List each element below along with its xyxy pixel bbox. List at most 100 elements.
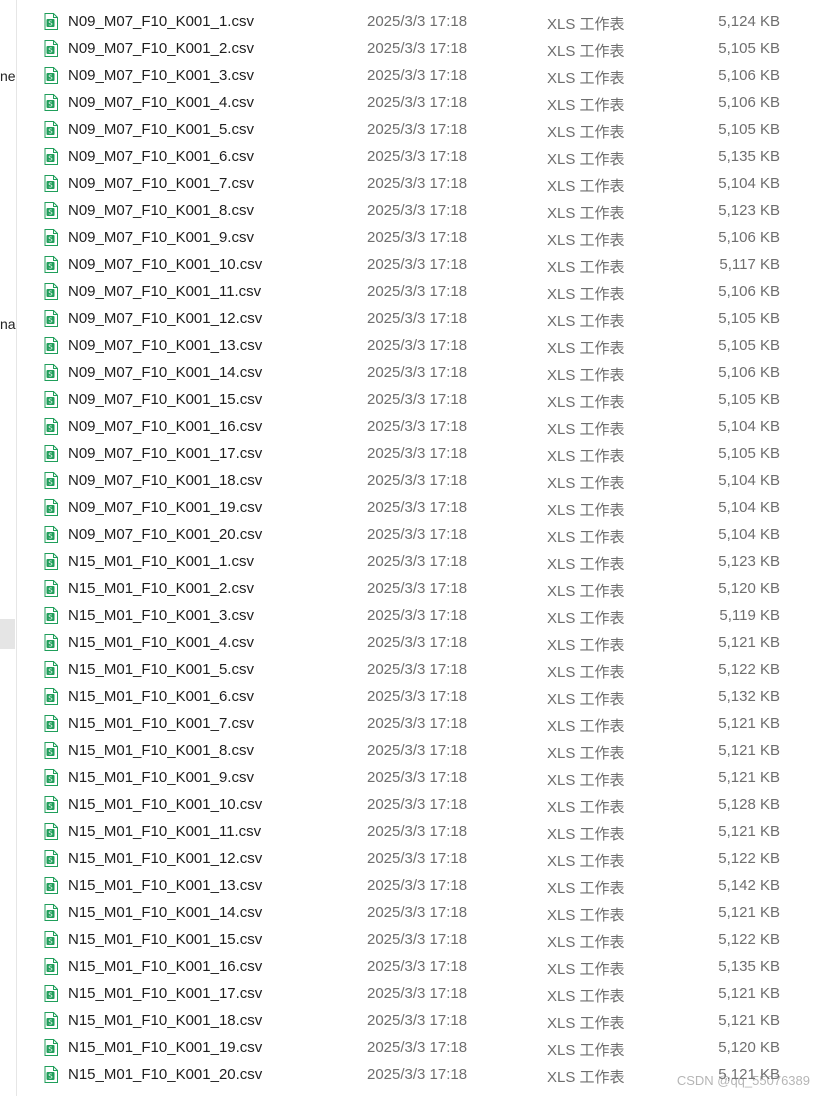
csv-spreadsheet-icon: S bbox=[44, 472, 58, 489]
file-row[interactable]: S N09_M07_F10_K001_10.csv 2025/3/3 17:18 XL… bbox=[40, 252, 800, 279]
file-name: N15_M01_F10_K001_18.csv bbox=[68, 1012, 263, 1029]
file-modified-date: 2025/3/3 17:18 bbox=[367, 13, 468, 30]
file-name: N15_M01_F10_K001_19.csv bbox=[68, 1039, 263, 1056]
file-type: XLS 工作表 bbox=[547, 97, 625, 114]
file-name: N15_M01_F10_K001_3.csv bbox=[68, 607, 254, 624]
file-row[interactable]: S N15_M01_F10_K001_18.csv 2025/3/3 17:18 XL… bbox=[40, 1008, 800, 1035]
file-modified-date: 2025/3/3 17:18 bbox=[367, 337, 468, 354]
file-size: 5,105 KB bbox=[718, 310, 780, 327]
file-modified-date: 2025/3/3 17:18 bbox=[367, 526, 468, 543]
file-name: N09_M07_F10_K001_9.csv bbox=[68, 229, 254, 246]
file-row[interactable]: S N15_M01_F10_K001_3.csv 2025/3/3 17:18 XLS… bbox=[40, 603, 800, 630]
file-row[interactable]: S N09_M07_F10_K001_13.csv 2025/3/3 17:18 XL… bbox=[40, 333, 800, 360]
file-name: N15_M01_F10_K001_20.csv bbox=[68, 1066, 263, 1083]
svg-text:S: S bbox=[48, 20, 53, 28]
file-size: 5,128 KB bbox=[718, 796, 780, 813]
file-size: 5,121 KB bbox=[718, 715, 780, 732]
file-row[interactable]: S N09_M07_F10_K001_14.csv 2025/3/3 17:18 XL… bbox=[40, 360, 800, 387]
csv-spreadsheet-icon: S bbox=[44, 580, 58, 597]
file-size: 5,104 KB bbox=[718, 499, 780, 516]
file-type: XLS 工作表 bbox=[547, 772, 625, 789]
file-size: 5,120 KB bbox=[718, 1039, 780, 1056]
file-size: 5,121 KB bbox=[718, 634, 780, 651]
file-row[interactable]: S N09_M07_F10_K001_3.csv 2025/3/3 17:18 XLS… bbox=[40, 63, 800, 90]
file-row[interactable]: S N15_M01_F10_K001_1.csv 2025/3/3 17:18 XLS… bbox=[40, 549, 800, 576]
svg-text:S: S bbox=[48, 128, 53, 136]
csv-spreadsheet-icon: S bbox=[44, 94, 58, 111]
file-row[interactable]: S N09_M07_F10_K001_11.csv 2025/3/3 17:18 XL… bbox=[40, 279, 800, 306]
file-row[interactable]: S N09_M07_F10_K001_5.csv 2025/3/3 17:18 XLS… bbox=[40, 117, 800, 144]
file-row[interactable]: S N15_M01_F10_K001_14.csv 2025/3/3 17:18 XL… bbox=[40, 900, 800, 927]
file-row[interactable]: S N09_M07_F10_K001_16.csv 2025/3/3 17:18 XL… bbox=[40, 414, 800, 441]
file-row[interactable]: S N15_M01_F10_K001_9.csv 2025/3/3 17:18 XLS… bbox=[40, 765, 800, 792]
file-row[interactable]: S N09_M07_F10_K001_6.csv 2025/3/3 17:18 XLS… bbox=[40, 144, 800, 171]
svg-text:S: S bbox=[48, 857, 53, 865]
file-row[interactable]: S N09_M07_F10_K001_4.csv 2025/3/3 17:18 XLS… bbox=[40, 90, 800, 117]
file-row[interactable]: S N15_M01_F10_K001_5.csv 2025/3/3 17:18 XLS… bbox=[40, 657, 800, 684]
file-row[interactable]: S N15_M01_F10_K001_2.csv 2025/3/3 17:18 XLS… bbox=[40, 576, 800, 603]
file-list: S N09_M07_F10_K001_1.csv 2025/3/3 17:18 XLS… bbox=[0, 0, 832, 1096]
file-row[interactable]: S N15_M01_F10_K001_16.csv 2025/3/3 17:18 XL… bbox=[40, 954, 800, 981]
file-row[interactable]: S N15_M01_F10_K001_4.csv 2025/3/3 17:18 XLS… bbox=[40, 630, 800, 657]
file-row[interactable]: S N15_M01_F10_K001_11.csv 2025/3/3 17:18 XL… bbox=[40, 819, 800, 846]
svg-text:S: S bbox=[48, 776, 53, 784]
csv-spreadsheet-icon: S bbox=[44, 175, 58, 192]
file-type: XLS 工作表 bbox=[547, 394, 625, 411]
file-name: N09_M07_F10_K001_12.csv bbox=[68, 310, 263, 327]
file-row[interactable]: S N09_M07_F10_K001_20.csv 2025/3/3 17:18 XL… bbox=[40, 522, 800, 549]
csv-spreadsheet-icon: S bbox=[44, 904, 58, 921]
file-row[interactable]: S N15_M01_F10_K001_13.csv 2025/3/3 17:18 XL… bbox=[40, 873, 800, 900]
file-row[interactable]: S N09_M07_F10_K001_12.csv 2025/3/3 17:18 XL… bbox=[40, 306, 800, 333]
file-modified-date: 2025/3/3 17:18 bbox=[367, 94, 468, 111]
file-modified-date: 2025/3/3 17:18 bbox=[367, 121, 468, 138]
file-name: N15_M01_F10_K001_7.csv bbox=[68, 715, 254, 732]
file-row[interactable]: S N09_M07_F10_K001_19.csv 2025/3/3 17:18 XL… bbox=[40, 495, 800, 522]
csv-spreadsheet-icon: S bbox=[44, 877, 58, 894]
file-type: XLS 工作表 bbox=[547, 610, 625, 627]
file-row[interactable]: S N09_M07_F10_K001_9.csv 2025/3/3 17:18 XLS… bbox=[40, 225, 800, 252]
csv-spreadsheet-icon: S bbox=[44, 67, 58, 84]
file-row[interactable]: S N15_M01_F10_K001_17.csv 2025/3/3 17:18 XL… bbox=[40, 981, 800, 1008]
file-row[interactable]: S N09_M07_F10_K001_1.csv 2025/3/3 17:18 XLS… bbox=[40, 9, 800, 36]
file-row[interactable]: S N09_M07_F10_K001_18.csv 2025/3/3 17:18 XL… bbox=[40, 468, 800, 495]
file-name: N15_M01_F10_K001_12.csv bbox=[68, 850, 263, 867]
file-row[interactable]: S N15_M01_F10_K001_19.csv 2025/3/3 17:18 XL… bbox=[40, 1035, 800, 1062]
file-size: 5,121 KB bbox=[718, 1012, 780, 1029]
file-row[interactable]: S N09_M07_F10_K001_15.csv 2025/3/3 17:18 XL… bbox=[40, 387, 800, 414]
file-row[interactable]: S N15_M01_F10_K001_6.csv 2025/3/3 17:18 XLS… bbox=[40, 684, 800, 711]
file-row[interactable]: S N09_M07_F10_K001_2.csv 2025/3/3 17:18 XLS… bbox=[40, 36, 800, 63]
file-size: 5,105 KB bbox=[718, 121, 780, 138]
file-modified-date: 2025/3/3 17:18 bbox=[367, 256, 468, 273]
csv-spreadsheet-icon: S bbox=[44, 391, 58, 408]
file-modified-date: 2025/3/3 17:18 bbox=[367, 1012, 468, 1029]
svg-text:S: S bbox=[48, 560, 53, 568]
file-row[interactable]: S N09_M07_F10_K001_7.csv 2025/3/3 17:18 XLS… bbox=[40, 171, 800, 198]
svg-text:S: S bbox=[48, 236, 53, 244]
file-name: N09_M07_F10_K001_2.csv bbox=[68, 40, 254, 57]
file-type: XLS 工作表 bbox=[547, 151, 625, 168]
file-modified-date: 2025/3/3 17:18 bbox=[367, 823, 468, 840]
file-name: N15_M01_F10_K001_1.csv bbox=[68, 553, 254, 570]
csv-spreadsheet-icon: S bbox=[44, 229, 58, 246]
file-modified-date: 2025/3/3 17:18 bbox=[367, 580, 468, 597]
file-row[interactable]: S N15_M01_F10_K001_8.csv 2025/3/3 17:18 XLS… bbox=[40, 738, 800, 765]
csv-spreadsheet-icon: S bbox=[44, 337, 58, 354]
file-type: XLS 工作表 bbox=[547, 124, 625, 141]
file-modified-date: 2025/3/3 17:18 bbox=[367, 418, 468, 435]
file-row[interactable]: S N09_M07_F10_K001_17.csv 2025/3/3 17:18 XL… bbox=[40, 441, 800, 468]
svg-text:S: S bbox=[48, 479, 53, 487]
file-type: XLS 工作表 bbox=[547, 475, 625, 492]
file-row[interactable]: S N15_M01_F10_K001_7.csv 2025/3/3 17:18 XLS… bbox=[40, 711, 800, 738]
file-type: XLS 工作表 bbox=[547, 988, 625, 1005]
file-row[interactable]: S N15_M01_F10_K001_15.csv 2025/3/3 17:18 XL… bbox=[40, 927, 800, 954]
file-name: N15_M01_F10_K001_4.csv bbox=[68, 634, 254, 651]
file-name: N09_M07_F10_K001_1.csv bbox=[68, 13, 254, 30]
file-size: 5,117 KB bbox=[719, 256, 780, 273]
file-modified-date: 2025/3/3 17:18 bbox=[367, 391, 468, 408]
csv-spreadsheet-icon: S bbox=[44, 958, 58, 975]
file-size: 5,105 KB bbox=[718, 391, 780, 408]
file-row[interactable]: S N09_M07_F10_K001_8.csv 2025/3/3 17:18 XLS… bbox=[40, 198, 800, 225]
file-modified-date: 2025/3/3 17:18 bbox=[367, 472, 468, 489]
file-row[interactable]: S N15_M01_F10_K001_12.csv 2025/3/3 17:18 XL… bbox=[40, 846, 800, 873]
file-row[interactable]: S N15_M01_F10_K001_10.csv 2025/3/3 17:18 XL… bbox=[40, 792, 800, 819]
